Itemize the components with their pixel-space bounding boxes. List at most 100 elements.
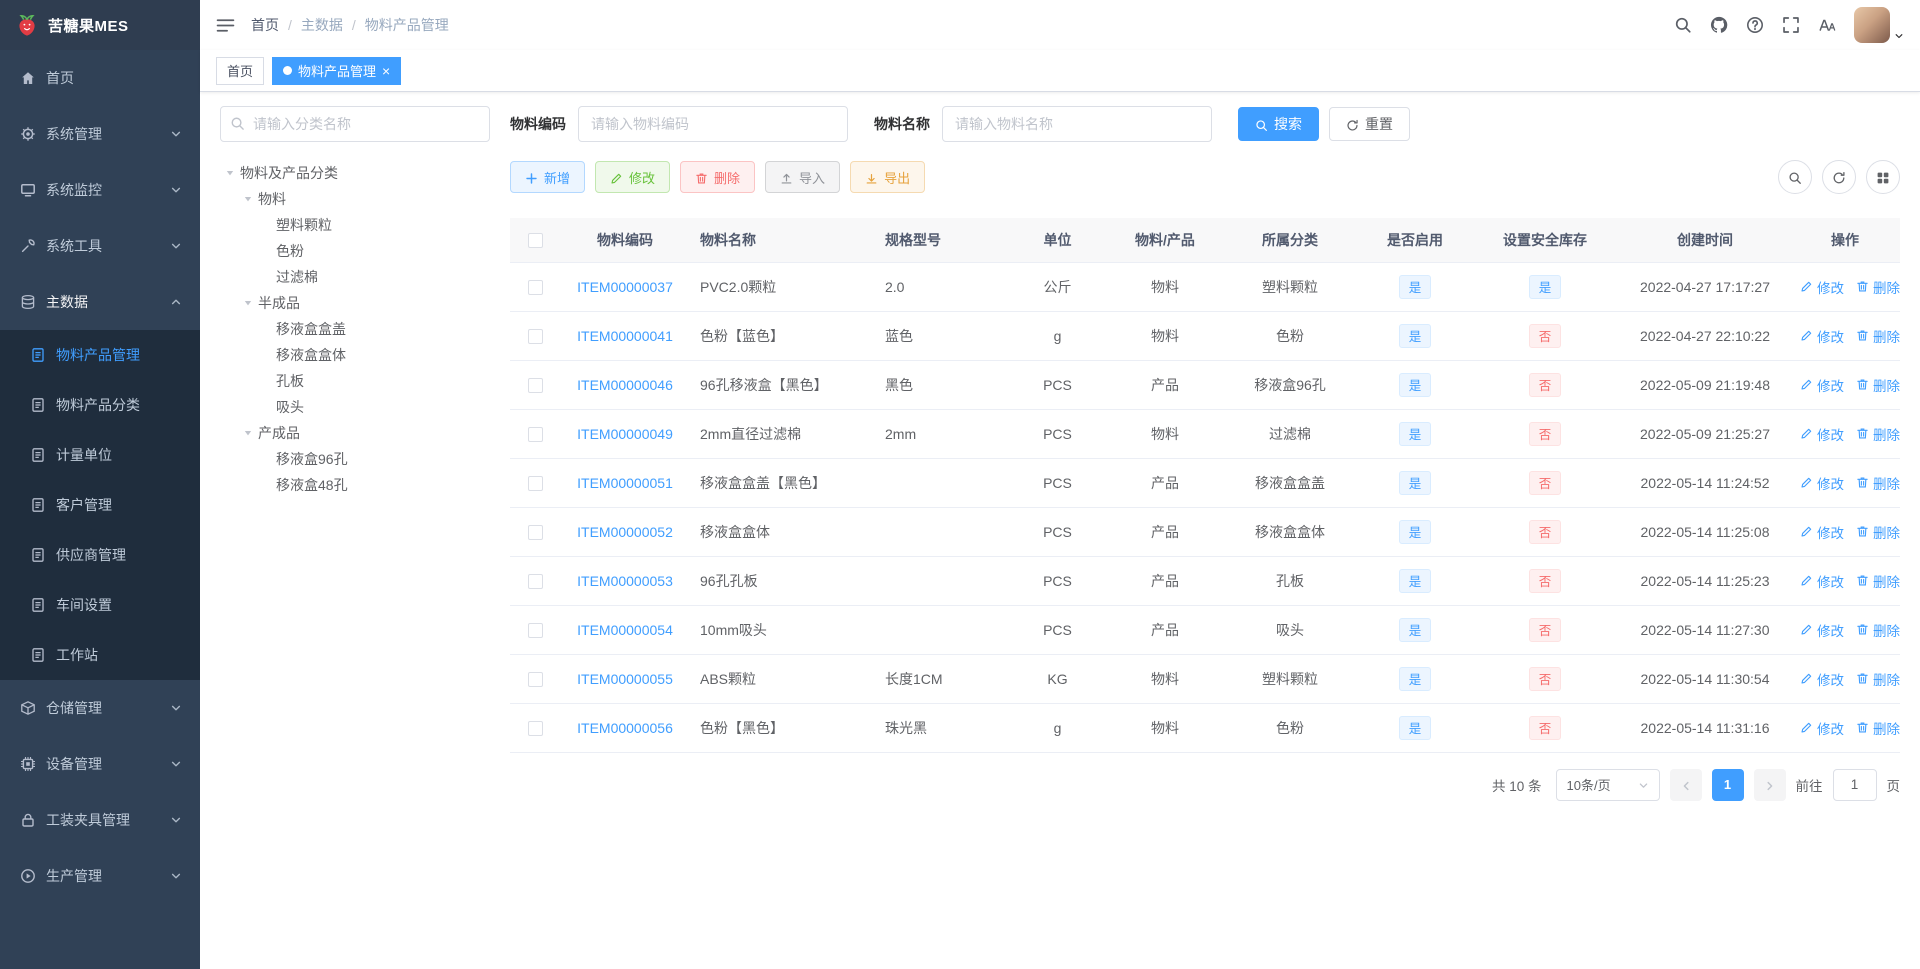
row-edit-button[interactable]: 修改	[1800, 669, 1844, 689]
row-edit-button[interactable]: 修改	[1800, 277, 1844, 297]
category-search-input[interactable]	[220, 106, 490, 142]
refresh-button[interactable]	[1822, 160, 1856, 194]
sidebar-item-workstation[interactable]: 工作站	[0, 630, 200, 680]
tree-expand-icon[interactable]	[238, 428, 258, 438]
sidebar-item-warehouse-management[interactable]: 仓储管理	[0, 680, 200, 736]
tree-expand-icon[interactable]	[238, 194, 258, 204]
material-code-link[interactable]: ITEM00000037	[577, 279, 673, 295]
row-edit-button[interactable]: 修改	[1800, 620, 1844, 640]
row-edit-button[interactable]: 修改	[1800, 375, 1844, 395]
sidebar-item-material-product-management[interactable]: 物料产品管理	[0, 330, 200, 380]
tree-node[interactable]: 移液盒盒盖	[220, 316, 490, 342]
edit-button[interactable]: 修改	[595, 161, 671, 193]
code-filter-input[interactable]	[578, 106, 848, 142]
row-delete-button[interactable]: 删除	[1856, 620, 1900, 640]
row-checkbox[interactable]	[527, 328, 543, 344]
row-edit-button[interactable]: 修改	[1800, 473, 1844, 493]
row-checkbox[interactable]	[527, 475, 543, 491]
row-edit-button[interactable]: 修改	[1800, 718, 1844, 738]
sidebar-item-master-data[interactable]: 主数据	[0, 274, 200, 330]
tree-node[interactable]: 物料及产品分类	[220, 160, 490, 186]
prev-page-button[interactable]	[1669, 768, 1702, 801]
tree-node[interactable]: 过滤棉	[220, 264, 490, 290]
import-button[interactable]: 导入	[765, 161, 841, 193]
tree-node[interactable]: 色粉	[220, 238, 490, 264]
help-icon[interactable]	[1746, 16, 1764, 34]
search-button[interactable]: 搜索	[1238, 107, 1319, 141]
row-checkbox[interactable]	[527, 426, 543, 442]
row-checkbox[interactable]	[527, 622, 543, 638]
row-checkbox[interactable]	[527, 671, 543, 687]
breadcrumb-item[interactable]: 主数据	[301, 15, 343, 35]
tree-node[interactable]: 吸头	[220, 394, 490, 420]
sidebar-item-material-product-category[interactable]: 物料产品分类	[0, 380, 200, 430]
tree-expand-icon[interactable]	[220, 168, 240, 178]
close-icon[interactable]: ×	[382, 64, 390, 78]
page-size-select[interactable]: 10条/页	[1555, 768, 1660, 801]
search-icon[interactable]	[1674, 16, 1692, 34]
toggle-search-button[interactable]	[1778, 160, 1812, 194]
sidebar-item-fixture-management[interactable]: 工装夹具管理	[0, 792, 200, 848]
export-button[interactable]: 导出	[850, 161, 926, 193]
sidebar-item-system-tools[interactable]: 系统工具	[0, 218, 200, 274]
sidebar-item-supplier-management[interactable]: 供应商管理	[0, 530, 200, 580]
material-code-link[interactable]: ITEM00000041	[577, 328, 673, 344]
row-edit-button[interactable]: 修改	[1800, 522, 1844, 542]
tree-node[interactable]: 孔板	[220, 368, 490, 394]
row-checkbox[interactable]	[527, 524, 543, 540]
reset-button[interactable]: 重置	[1329, 107, 1410, 141]
tree-node[interactable]: 移液盒48孔	[220, 472, 490, 498]
material-code-link[interactable]: ITEM00000053	[577, 573, 673, 589]
row-delete-button[interactable]: 删除	[1856, 473, 1900, 493]
row-delete-button[interactable]: 删除	[1856, 277, 1900, 297]
font-size-icon[interactable]	[1818, 16, 1836, 34]
sidebar-item-measure-unit[interactable]: 计量单位	[0, 430, 200, 480]
app-logo[interactable]: 苦糖果MES	[0, 0, 200, 50]
tree-expand-icon[interactable]	[238, 298, 258, 308]
row-checkbox[interactable]	[527, 279, 543, 295]
material-code-link[interactable]: ITEM00000056	[577, 720, 673, 736]
row-delete-button[interactable]: 删除	[1856, 375, 1900, 395]
tree-node[interactable]: 移液盒盒体	[220, 342, 490, 368]
tree-node[interactable]: 半成品	[220, 290, 490, 316]
material-code-link[interactable]: ITEM00000052	[577, 524, 673, 540]
delete-button[interactable]: 删除	[680, 161, 756, 193]
row-delete-button[interactable]: 删除	[1856, 571, 1900, 591]
sidebar-item-device-management[interactable]: 设备管理	[0, 736, 200, 792]
sidebar-item-home[interactable]: 首页	[0, 50, 200, 106]
tree-node[interactable]: 产成品	[220, 420, 490, 446]
row-delete-button[interactable]: 删除	[1856, 718, 1900, 738]
material-code-link[interactable]: ITEM00000046	[577, 377, 673, 393]
sidebar-item-customer-management[interactable]: 客户管理	[0, 480, 200, 530]
sidebar-item-workshop-settings[interactable]: 车间设置	[0, 580, 200, 630]
material-code-link[interactable]: ITEM00000054	[577, 622, 673, 638]
sidebar-item-production-management[interactable]: 生产管理	[0, 848, 200, 904]
row-delete-button[interactable]: 删除	[1856, 522, 1900, 542]
material-code-link[interactable]: ITEM00000051	[577, 475, 673, 491]
column-settings-button[interactable]	[1866, 160, 1900, 194]
add-button[interactable]: 新增	[510, 161, 586, 193]
row-edit-button[interactable]: 修改	[1800, 326, 1844, 346]
fullscreen-icon[interactable]	[1782, 16, 1800, 34]
row-checkbox[interactable]	[527, 573, 543, 589]
row-delete-button[interactable]: 删除	[1856, 424, 1900, 444]
row-checkbox[interactable]	[527, 377, 543, 393]
goto-page-input[interactable]	[1832, 768, 1877, 801]
tree-node[interactable]: 物料	[220, 186, 490, 212]
hamburger-icon[interactable]	[216, 17, 235, 34]
row-edit-button[interactable]: 修改	[1800, 424, 1844, 444]
user-menu[interactable]	[1854, 7, 1904, 43]
next-page-button[interactable]	[1753, 768, 1786, 801]
name-filter-input[interactable]	[942, 106, 1212, 142]
row-checkbox[interactable]	[527, 720, 543, 736]
github-icon[interactable]	[1710, 16, 1728, 34]
tree-node[interactable]: 移液盒96孔	[220, 446, 490, 472]
row-delete-button[interactable]: 删除	[1856, 326, 1900, 346]
tab-home[interactable]: 首页	[216, 56, 265, 85]
select-all-checkbox[interactable]	[527, 233, 543, 249]
row-delete-button[interactable]: 删除	[1856, 669, 1900, 689]
tree-node[interactable]: 塑料颗粒	[220, 212, 490, 238]
sidebar-item-system-admin[interactable]: 系统管理	[0, 106, 200, 162]
material-code-link[interactable]: ITEM00000055	[577, 671, 673, 687]
breadcrumb-item[interactable]: 首页	[251, 15, 279, 35]
